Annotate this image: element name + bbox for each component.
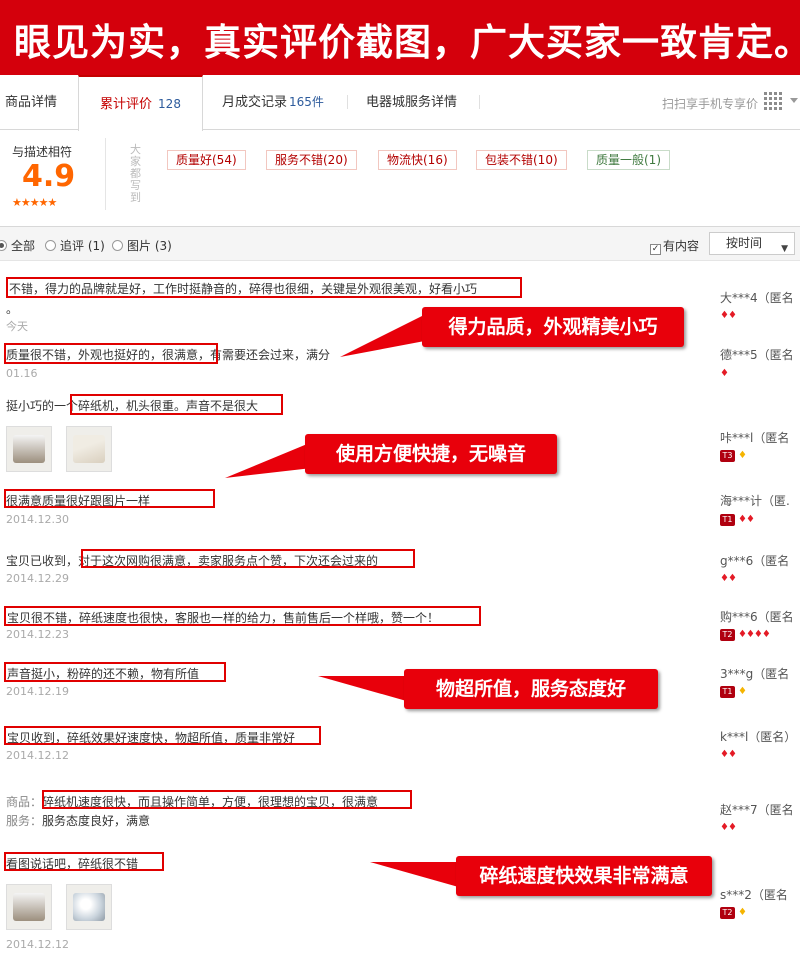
- arrow-callout-2: [225, 442, 312, 478]
- arrow-callout-3: [318, 676, 410, 702]
- arrow-callout-4: [370, 862, 462, 888]
- callout-speed: 碎纸速度快效果非常满意: [456, 856, 712, 896]
- callout-arrows: [225, 312, 462, 888]
- callout-quality: 得力品质，外观精美小巧: [422, 307, 684, 347]
- callout-convenient: 使用方便快捷，无噪音: [305, 434, 557, 474]
- callout-value: 物超所值，服务态度好: [404, 669, 658, 709]
- arrow-callout-1: [340, 312, 430, 357]
